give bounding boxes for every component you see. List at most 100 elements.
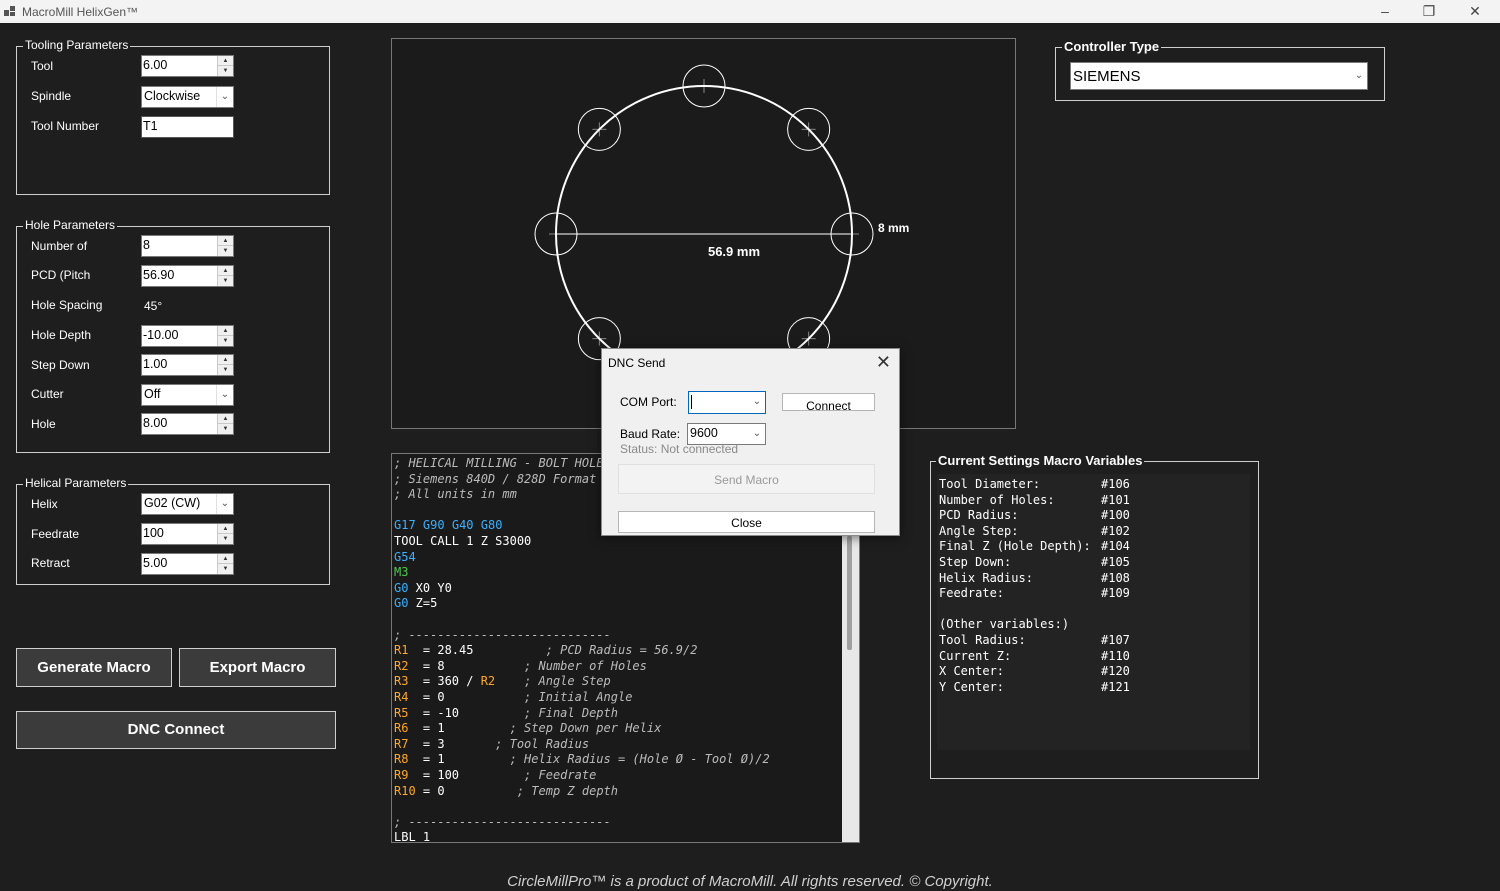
baud-rate-label: Baud Rate: [620,427,681,441]
settings-key: Angle Step: [939,523,1019,538]
minimize-icon[interactable]: – [1370,2,1400,20]
spin-down-icon[interactable]: ▼ [218,336,233,346]
code-line: TOOL CALL 1 Z S3000 [394,534,532,548]
hole-diameter-input[interactable]: 8.00 ▲ ▼ [141,413,234,435]
settings-variable: #109 [1101,586,1130,601]
controller-value: SIEMENS [1073,68,1141,85]
feedrate-input[interactable]: 100 ▲ ▼ [141,523,234,545]
spin-up-icon[interactable]: ▲ [218,326,233,336]
restore-icon[interactable]: ❐ [1414,2,1444,20]
step-down-input[interactable]: 1.00 ▲ ▼ [141,354,234,376]
code-line: G0 X0 Y0 [394,580,452,595]
spin-down-icon[interactable]: ▼ [218,276,233,286]
scroll-thumb[interactable] [847,536,852,650]
connect-button[interactable]: Connect [782,393,875,413]
com-port-select[interactable]: ⌄ [688,391,766,414]
pcd-value: 56.90 [143,268,175,282]
cutter-select[interactable]: Off ⌄ [141,384,234,406]
spin-down-icon[interactable]: ▼ [218,365,233,375]
code-line: G54 [394,549,416,564]
spin-up-icon[interactable]: ▲ [218,414,233,424]
hole-spinner[interactable]: ▲ ▼ [217,414,233,434]
holes-spinner[interactable]: ▲ ▼ [217,236,233,256]
settings-key: Y Center: [939,679,1005,694]
number-of-holes-input[interactable]: 8 ▲ ▼ [141,235,234,257]
settings-key: Current Z: [939,648,1012,663]
retract-input[interactable]: 5.00 ▲ ▼ [141,553,234,575]
spin-down-icon[interactable]: ▼ [218,66,233,76]
controller-type-select[interactable]: SIEMENS ⌄ [1070,62,1368,90]
tooling-legend: Tooling Parameters [23,38,131,52]
baud-rate-value: 9600 [690,426,718,440]
spindle-select[interactable]: Clockwise ⌄ [141,86,234,108]
dnc-send-dialog: DNC Send ✕ COM Port: ⌄ Connect Baud Rate… [601,348,900,536]
code-line: G17 G90 G40 G80 [394,518,503,533]
chevron-down-icon[interactable]: ⌄ [216,87,233,107]
settings-variable: #105 [1101,555,1130,569]
chevron-down-icon[interactable]: ⌄ [1351,63,1367,89]
spin-down-icon[interactable]: ▼ [218,534,233,544]
spin-down-icon[interactable]: ▼ [218,564,233,574]
feedrate-spinner[interactable]: ▲ ▼ [217,524,233,544]
settings-list: Tool Diameter: #106 Number of Holes: #101 PC… [937,474,1250,750]
settings-legend: Current Settings Macro Variables [936,453,1145,468]
settings-key: Step Down: [939,555,1012,569]
spin-down-icon[interactable]: ▼ [218,424,233,434]
tool-spinner[interactable]: ▲ ▼ [217,56,233,76]
spindle-label: Spindle [31,89,72,103]
retract-spinner[interactable]: ▲ ▼ [217,554,233,574]
pcd-spinner[interactable]: ▲ ▼ [217,266,233,286]
chevron-down-icon[interactable]: ⌄ [749,424,765,444]
helix-value: G02 (CW) [144,496,201,510]
close-icon[interactable]: ✕ [876,352,891,373]
pcd-label: PCD (Pitch [31,268,91,282]
code-line: R8 = 1 ; Helix Radius = (Hole Ø - Tool Ø… [394,752,770,767]
settings-variable: #107 [1101,633,1130,647]
dnc-connect-button[interactable]: DNC Connect [16,711,336,749]
chevron-down-icon[interactable]: ⌄ [216,494,233,514]
depth-spinner[interactable]: ▲ ▼ [217,326,233,346]
text-cursor [691,395,692,409]
settings-row: Tool Diameter: #106 [939,477,1130,491]
code-line: ; ---------------------------- [394,627,611,642]
tool-label: Tool [31,59,54,73]
hole-depth-input[interactable]: -10.00 ▲ ▼ [141,325,234,347]
settings-key: Tool Radius: [939,633,1026,647]
chevron-down-icon[interactable]: ⌄ [216,385,233,405]
code-line: R3 = 360 / R2 ; Angle Step [394,674,611,689]
settings-variable: #101 [1101,492,1130,507]
spin-up-icon[interactable]: ▲ [218,56,233,66]
settings-key: Number of Holes: [939,492,1055,507]
chevron-down-icon[interactable]: ⌄ [749,392,765,412]
settings-row: Number of Holes: #101 [939,492,1130,507]
spin-up-icon[interactable]: ▲ [218,554,233,564]
settings-key: Tool Diameter: [939,477,1041,491]
code-line: R5 = -10 ; Final Depth [394,705,618,720]
spin-down-icon[interactable]: ▼ [218,246,233,256]
spin-up-icon[interactable]: ▲ [218,236,233,246]
code-line: M3 [394,565,409,580]
retract-value: 5.00 [143,556,168,570]
settings-row: (Other variables:) [939,617,1069,631]
feedrate-label: Feedrate [31,527,80,541]
send-macro-button[interactable]: Send Macro [618,464,875,494]
export-macro-button[interactable]: Export Macro [179,648,336,687]
code-line: R7 = 3 ; Tool Radius [394,736,590,751]
tool-diameter-value: 6.00 [143,58,168,72]
window-close-icon[interactable]: ✕ [1460,2,1490,20]
code-line: G0 Z=5 [394,596,438,611]
dialog-title: DNC Send [608,356,666,370]
tool-diameter-input[interactable]: 6.00 ▲ ▼ [141,55,234,77]
cutter-label: Cutter [31,387,64,401]
generate-macro-button[interactable]: Generate Macro [16,648,172,687]
dialog-close-button[interactable]: Close [618,511,875,533]
pcd-input[interactable]: 56.90 ▲ ▼ [141,265,234,287]
step-spinner[interactable]: ▲ ▼ [217,355,233,375]
spin-up-icon[interactable]: ▲ [218,524,233,534]
spin-up-icon[interactable]: ▲ [218,355,233,365]
spin-up-icon[interactable]: ▲ [218,266,233,276]
code-line: R9 = 100 ; Feedrate [394,768,597,782]
tool-number-input[interactable]: T1 [141,116,234,138]
code-line: ; HELICAL MILLING - BOLT HOLE [394,456,604,470]
helix-direction-select[interactable]: G02 (CW) ⌄ [141,493,234,515]
